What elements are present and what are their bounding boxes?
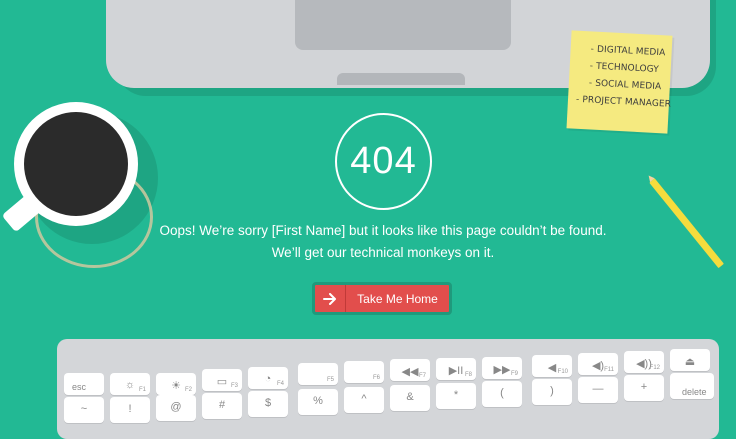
- key-delete: delete: [670, 373, 714, 399]
- key-3: #: [202, 393, 242, 419]
- coffee: [24, 112, 128, 216]
- sticky-item: - PROJECT MANAGER: [575, 94, 672, 110]
- arrow-right-icon: [315, 285, 346, 312]
- key-8: *: [436, 383, 476, 409]
- key-f3: ▭ F3: [202, 369, 242, 391]
- trackpad: [295, 0, 511, 50]
- key-f8: ▶II F8: [436, 358, 476, 380]
- take-me-home-button[interactable]: Take Me Home: [312, 282, 452, 315]
- key-minus: —: [578, 377, 618, 403]
- key-7: &: [390, 385, 430, 411]
- key-esc: esc: [64, 373, 104, 395]
- error-message-line-2: We’ll get our technical monkeys on it.: [271, 245, 495, 260]
- key-f2: ☀ F2: [156, 373, 196, 395]
- pencil-icon: [649, 178, 724, 269]
- key-4: $: [248, 391, 288, 417]
- key-f1: ☼ F1: [110, 373, 150, 395]
- key-5: %: [298, 389, 338, 415]
- error-message-line-1: Oops! We’re sorry [First Name] but it lo…: [159, 223, 607, 238]
- key-f11: ◀) F11: [578, 353, 618, 375]
- key-f7: ◀◀ F7: [390, 359, 430, 381]
- key-tilde: ~: [64, 397, 104, 423]
- key-f10: ◀ F10: [532, 355, 572, 377]
- error-code-badge: 404: [335, 113, 432, 210]
- key-2: @: [156, 395, 196, 421]
- take-me-home-label: Take Me Home: [357, 291, 438, 306]
- key-0: ): [532, 379, 572, 405]
- key-6: ^: [344, 387, 384, 413]
- keyboard: esc ☼ F1 ☀ F2 ▭ F3 ◔ F4 F5 F6 ◀◀ F7 ▶II F8 ▶▶ F…: [57, 339, 719, 439]
- key-f6: F6: [344, 361, 384, 383]
- key-1: !: [110, 397, 150, 423]
- sticky-note: - DIGITAL MEDIA - TECHNOLOGY - SOCIAL ME…: [566, 30, 673, 134]
- key-f9: ▶▶ F9: [482, 357, 522, 379]
- key-9: (: [482, 381, 522, 407]
- key-f5: F5: [298, 363, 338, 385]
- key-f12: ◀)) F12: [624, 351, 664, 373]
- coffee-cup-icon: [14, 102, 138, 226]
- laptop-notch: [337, 73, 465, 85]
- error-message: Oops! We’re sorry [First Name] but it lo…: [118, 220, 648, 264]
- key-f4: ◔ F4: [248, 367, 288, 389]
- key-eject: ⏏: [670, 349, 710, 371]
- key-plus: +: [624, 375, 664, 401]
